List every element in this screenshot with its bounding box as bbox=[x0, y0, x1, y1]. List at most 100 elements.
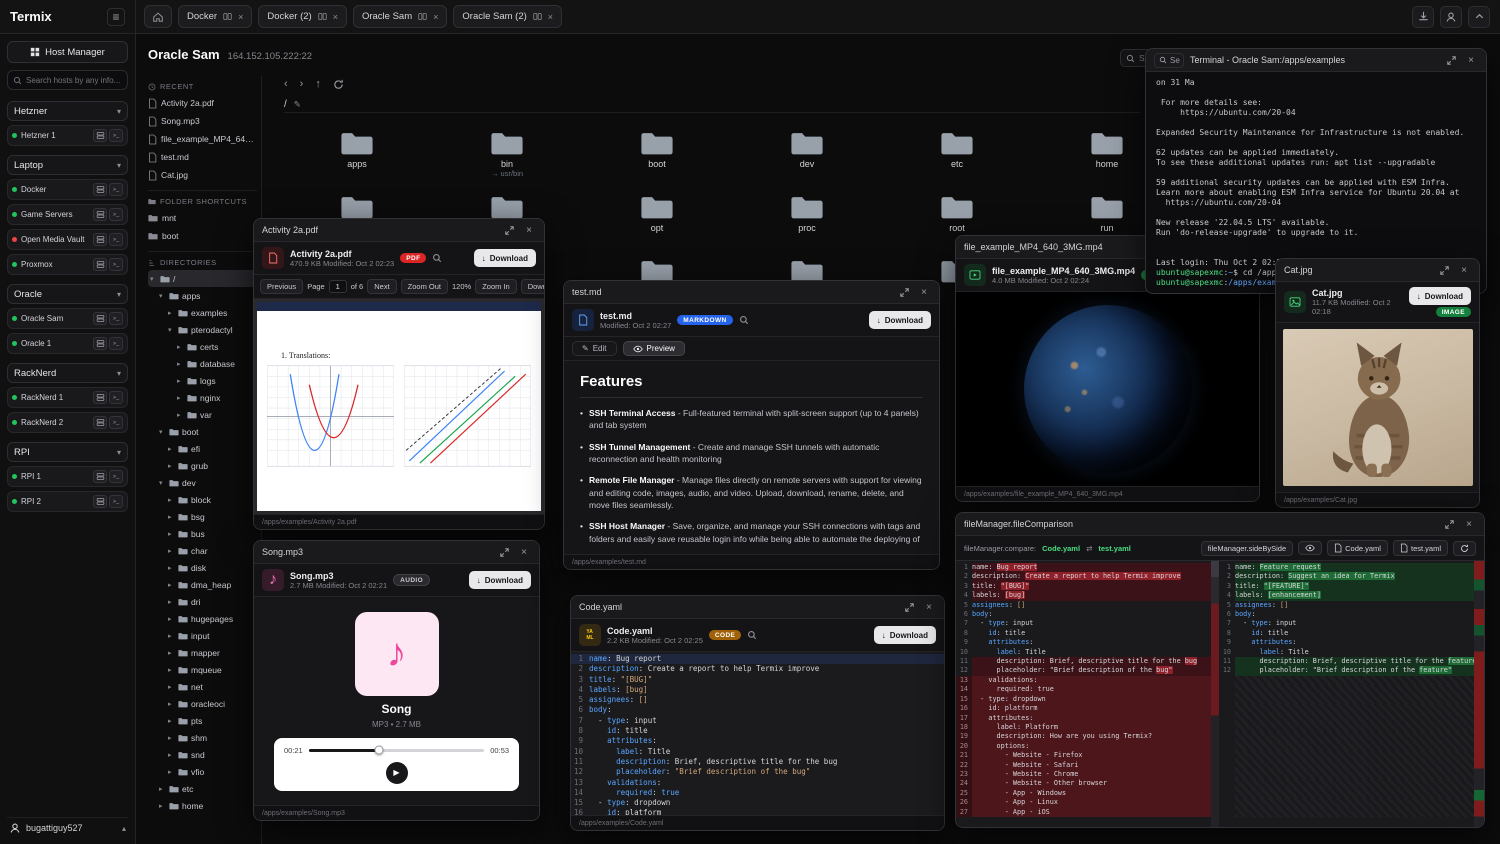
open-right-file-button[interactable]: test.yaml bbox=[1393, 540, 1448, 556]
expand-icon[interactable] bbox=[902, 603, 916, 612]
tab-edit[interactable]: ✎ Edit bbox=[572, 341, 617, 356]
terminal-connect-button[interactable]: >_ bbox=[109, 129, 123, 142]
host-item[interactable]: Docker>_ bbox=[7, 179, 128, 200]
tree-item[interactable]: ▾pterodactyl bbox=[148, 321, 257, 338]
close-icon[interactable]: × bbox=[522, 225, 536, 236]
close-tab-icon[interactable]: × bbox=[433, 12, 438, 22]
folder-tile[interactable]: bin→ usr/bin bbox=[432, 124, 582, 188]
downloads-icon[interactable] bbox=[1412, 6, 1434, 28]
folder-tile[interactable]: proc bbox=[732, 188, 882, 252]
tree-item[interactable]: ▾apps bbox=[148, 287, 257, 304]
tree-item[interactable]: ▸vfio bbox=[148, 763, 257, 780]
diff-right-pane[interactable]: 1name: Feature request2description: Sugg… bbox=[1219, 561, 1474, 827]
server-connect-button[interactable] bbox=[93, 233, 107, 246]
tree-item[interactable]: ▸home bbox=[148, 797, 257, 814]
download-button[interactable]: ↓ Download bbox=[869, 311, 931, 329]
expand-icon[interactable] bbox=[1442, 520, 1456, 529]
tree-item[interactable]: ▸net bbox=[148, 678, 257, 695]
host-group-header[interactable]: RackNerd▾ bbox=[7, 363, 128, 383]
download-button[interactable]: ↓ Download bbox=[874, 626, 936, 644]
tree-item[interactable]: ▾/ bbox=[148, 270, 257, 287]
terminal-connect-button[interactable]: >_ bbox=[109, 183, 123, 196]
tree-item[interactable]: ▸block bbox=[148, 491, 257, 508]
split-tab-icon[interactable] bbox=[223, 12, 232, 21]
close-tab-icon[interactable]: × bbox=[238, 12, 243, 22]
split-tab-icon[interactable] bbox=[318, 12, 327, 21]
tree-item[interactable]: ▸char bbox=[148, 542, 257, 559]
close-icon[interactable]: × bbox=[1457, 265, 1471, 276]
image-canvas[interactable] bbox=[1276, 323, 1479, 492]
pdf-download-button[interactable]: Download bbox=[521, 279, 544, 294]
tree-item[interactable]: ▸dri bbox=[148, 593, 257, 610]
page-number-input[interactable] bbox=[329, 280, 347, 293]
up-button[interactable]: ↑ bbox=[315, 78, 321, 90]
expand-icon[interactable] bbox=[502, 226, 516, 235]
host-item[interactable]: Oracle Sam>_ bbox=[7, 308, 128, 329]
server-connect-button[interactable] bbox=[93, 183, 107, 196]
close-tab-icon[interactable]: × bbox=[548, 12, 553, 22]
side-by-side-button[interactable]: fileManager.sideBySide bbox=[1201, 541, 1293, 556]
tree-item[interactable]: ▸dma_heap bbox=[148, 576, 257, 593]
tree-item[interactable]: ▸hugepages bbox=[148, 610, 257, 627]
host-item[interactable]: RackNerd 2>_ bbox=[7, 412, 128, 433]
seek-thumb[interactable] bbox=[374, 746, 383, 755]
tree-item[interactable]: ▸etc bbox=[148, 780, 257, 797]
tree-item[interactable]: ▸pts bbox=[148, 712, 257, 729]
tree-item[interactable]: ▸mapper bbox=[148, 644, 257, 661]
diff-left-scrollbar[interactable] bbox=[1211, 561, 1219, 827]
expand-icon[interactable] bbox=[1437, 266, 1451, 275]
tab-oracle-sam[interactable]: Oracle Sam× bbox=[353, 5, 447, 28]
video-player[interactable] bbox=[956, 292, 1259, 486]
search-in-file-icon[interactable] bbox=[747, 630, 757, 640]
user-row[interactable]: bugattiguy527 ▴ bbox=[7, 817, 128, 838]
window-titlebar[interactable]: test.md × bbox=[564, 281, 939, 304]
close-tab-icon[interactable]: × bbox=[333, 12, 338, 22]
tree-item[interactable]: ▸efi bbox=[148, 440, 257, 457]
swap-icon[interactable]: ⇄ bbox=[1086, 544, 1092, 553]
host-item[interactable]: Oracle 1>_ bbox=[7, 333, 128, 354]
sidebar-search-input[interactable] bbox=[26, 76, 122, 85]
open-left-file-button[interactable]: Code.yaml bbox=[1327, 540, 1388, 556]
back-button[interactable]: ‹ bbox=[284, 78, 288, 90]
folder-tile[interactable]: opt bbox=[582, 188, 732, 252]
close-icon[interactable]: × bbox=[1462, 519, 1476, 530]
terminal-connect-button[interactable]: >_ bbox=[109, 258, 123, 271]
expand-icon[interactable] bbox=[1444, 56, 1458, 65]
server-connect-button[interactable] bbox=[93, 312, 107, 325]
host-group-header[interactable]: Oracle▾ bbox=[7, 284, 128, 304]
host-group-header[interactable]: Laptop▾ bbox=[7, 155, 128, 175]
terminal-connect-button[interactable]: >_ bbox=[109, 208, 123, 221]
window-titlebar[interactable]: Code.yaml × bbox=[571, 596, 944, 619]
zoom-in-button[interactable]: Zoom In bbox=[475, 279, 517, 294]
close-icon[interactable]: × bbox=[517, 547, 531, 558]
terminal-connect-button[interactable]: >_ bbox=[109, 495, 123, 508]
terminal-connect-button[interactable]: >_ bbox=[109, 391, 123, 404]
tab-docker-2-[interactable]: Docker (2)× bbox=[258, 5, 347, 28]
chevron-up-icon[interactable]: ▴ bbox=[122, 824, 126, 833]
folder-tile[interactable]: etc bbox=[882, 124, 1032, 188]
tree-item[interactable]: ▸snd bbox=[148, 746, 257, 763]
host-item[interactable]: Proxmox>_ bbox=[7, 254, 128, 275]
terminal-connect-button[interactable]: >_ bbox=[109, 470, 123, 483]
terminal-search[interactable]: Se bbox=[1154, 53, 1184, 68]
tree-item[interactable]: ▸nginx bbox=[148, 389, 257, 406]
server-connect-button[interactable] bbox=[93, 337, 107, 350]
expand-icon[interactable] bbox=[497, 548, 511, 557]
tree-item[interactable]: ▸oracleoci bbox=[148, 695, 257, 712]
tree-item[interactable]: ▸bus bbox=[148, 525, 257, 542]
host-item[interactable]: Hetzner 1>_ bbox=[7, 125, 128, 146]
recent-file-item[interactable]: Song.mp3 bbox=[148, 112, 257, 130]
host-group-header[interactable]: RPI▾ bbox=[7, 442, 128, 462]
download-button[interactable]: ↓ Download bbox=[474, 249, 536, 267]
tab-preview[interactable]: Preview bbox=[623, 341, 685, 356]
code-lines[interactable]: 1name: Bug report2description: Create a … bbox=[571, 652, 944, 815]
diff-minimap[interactable] bbox=[1474, 561, 1484, 827]
collapse-panel-icon[interactable] bbox=[1468, 6, 1490, 28]
tree-item[interactable]: ▸logs bbox=[148, 372, 257, 389]
edit-path-icon[interactable]: ✎ bbox=[294, 99, 301, 110]
host-item[interactable]: RPI 1>_ bbox=[7, 466, 128, 487]
tree-item[interactable]: ▸examples bbox=[148, 304, 257, 321]
close-icon[interactable]: × bbox=[1464, 55, 1478, 66]
split-tab-icon[interactable] bbox=[533, 12, 542, 21]
expand-icon[interactable] bbox=[897, 288, 911, 297]
